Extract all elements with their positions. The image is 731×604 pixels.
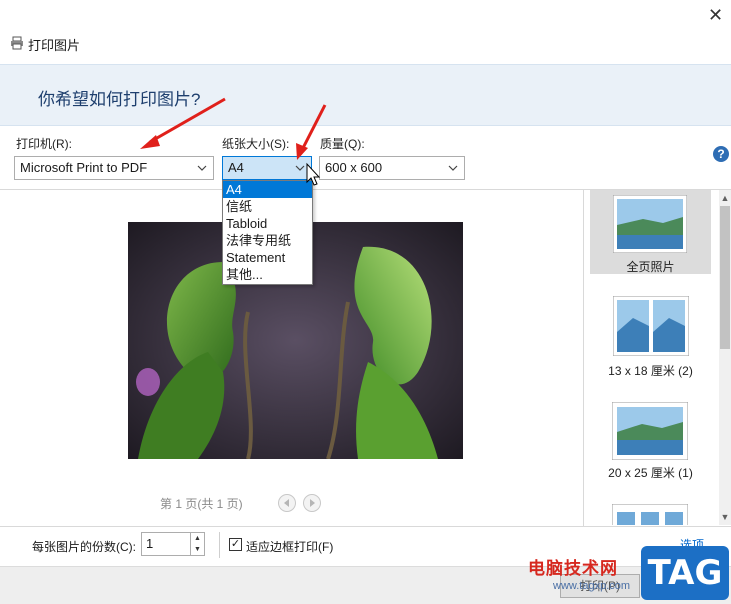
copies-stepper[interactable]: ▲ ▼ bbox=[190, 532, 205, 556]
layout-thumbnail bbox=[613, 296, 689, 356]
layout-option-13x18[interactable]: 13 x 18 厘米 (2) bbox=[590, 294, 711, 378]
window-title: 打印图片 bbox=[28, 38, 81, 53]
chevron-left-icon bbox=[284, 499, 289, 507]
copies-input[interactable]: 1 bbox=[141, 532, 191, 556]
help-icon[interactable]: ? bbox=[713, 146, 729, 162]
dropdown-option[interactable]: Tabloid bbox=[223, 215, 312, 232]
layout-caption: 全页照片 bbox=[626, 260, 675, 274]
layout-option-20x25[interactable]: 20 x 25 厘米 (1) bbox=[590, 398, 711, 482]
chevron-down-icon bbox=[197, 165, 207, 171]
watermark-site-name: 电脑技术网 bbox=[528, 559, 618, 578]
layout-caption: 20 x 25 厘米 (1) bbox=[608, 466, 693, 480]
fit-label[interactable]: 适应边框打印(F) bbox=[246, 538, 333, 555]
watermark-url: www.tagxp.com bbox=[553, 580, 631, 592]
chevron-right-icon bbox=[310, 499, 315, 507]
page-indicator: 第 1 页(共 1 页) bbox=[160, 497, 243, 511]
dropdown-option[interactable]: 其他... bbox=[223, 266, 312, 283]
papersize-label: 纸张大小(S): bbox=[222, 137, 290, 151]
layout-thumbnail bbox=[613, 195, 687, 253]
page-title: 你希望如何打印图片? bbox=[38, 90, 201, 109]
stepper-down-icon[interactable]: ▼ bbox=[191, 544, 204, 555]
tag-logo: TAG bbox=[641, 546, 729, 600]
previous-page-button[interactable] bbox=[278, 494, 296, 512]
quality-label: 质量(Q): bbox=[320, 137, 365, 151]
scroll-down-icon[interactable]: ▼ bbox=[719, 510, 731, 524]
papersize-select[interactable]: A4 bbox=[222, 156, 312, 180]
dropdown-option[interactable]: Statement bbox=[223, 249, 312, 266]
copies-label: 每张图片的份数(C): bbox=[32, 540, 136, 554]
dropdown-option[interactable]: 法律专用纸 bbox=[223, 232, 312, 249]
dropdown-option[interactable]: 信纸 bbox=[223, 198, 312, 215]
fit-checkbox[interactable]: ✓ bbox=[229, 538, 242, 551]
layout-thumbnail bbox=[612, 504, 688, 525]
scroll-up-icon[interactable]: ▲ bbox=[719, 191, 731, 205]
scrollbar-thumb[interactable] bbox=[720, 206, 730, 349]
chevron-down-icon bbox=[448, 165, 458, 171]
printer-icon bbox=[11, 36, 23, 50]
divider bbox=[219, 532, 220, 558]
chevron-down-icon bbox=[295, 165, 305, 171]
papersize-select-value: A4 bbox=[228, 160, 244, 175]
layout-option-partial[interactable] bbox=[590, 500, 711, 525]
quality-select[interactable]: 600 x 600 bbox=[319, 156, 465, 180]
layout-thumbnail bbox=[612, 402, 688, 460]
layout-caption: 13 x 18 厘米 (2) bbox=[608, 364, 693, 378]
stepper-up-icon[interactable]: ▲ bbox=[191, 533, 204, 544]
quality-select-value: 600 x 600 bbox=[325, 160, 383, 175]
close-button[interactable]: ✕ bbox=[700, 0, 731, 30]
dropdown-option[interactable]: A4 bbox=[223, 181, 312, 198]
next-page-button[interactable] bbox=[303, 494, 321, 512]
papersize-dropdown-list[interactable]: A4 信纸 Tabloid 法律专用纸 Statement 其他... bbox=[222, 180, 313, 285]
layout-option-full-page[interactable]: 全页照片 bbox=[590, 190, 711, 274]
printer-label: 打印机(R): bbox=[16, 137, 72, 151]
printer-select-value: Microsoft Print to PDF bbox=[20, 160, 148, 175]
printer-select[interactable]: Microsoft Print to PDF bbox=[14, 156, 214, 180]
